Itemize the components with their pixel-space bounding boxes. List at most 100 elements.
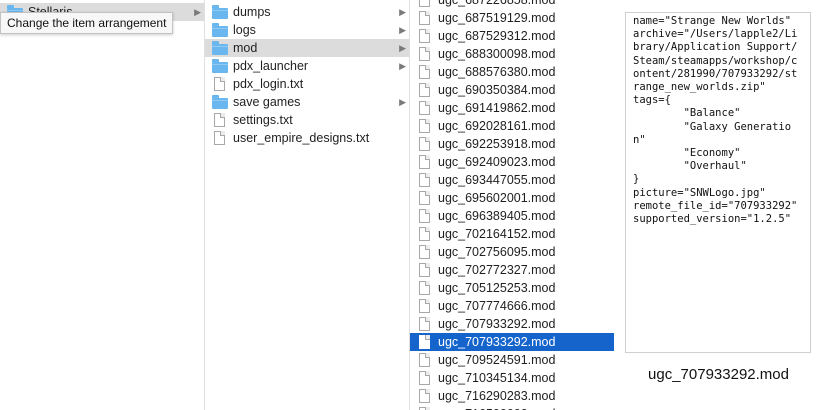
file-item[interactable]: ugc_705125253.mod: [410, 279, 614, 297]
disclosure-arrow-icon: ▶: [399, 61, 406, 71]
folder-icon: [212, 95, 228, 109]
item-label: ugc_688576380.mod: [438, 65, 556, 79]
file-item[interactable]: ugc_716500000.mod: [410, 405, 614, 410]
column-stellaris[interactable]: dumps ▶ logs ▶ mod ▶ pdx_launcher ▶ pdx_login.tx…: [205, 0, 410, 410]
item-label: ugc_693447055.mod: [438, 173, 556, 187]
folder-item[interactable]: logs ▶: [205, 21, 409, 39]
preview-file-content: name="Strange New Worlds" archive="/User…: [633, 15, 798, 226]
file-item[interactable]: ugc_691419862.mod: [410, 99, 614, 117]
item-label: settings.txt: [233, 113, 293, 127]
file-item[interactable]: ugc_692028161.mod: [410, 117, 614, 135]
item-label: ugc_702756095.mod: [438, 245, 556, 259]
preview-text-box[interactable]: name="Strange New Worlds" archive="/User…: [625, 12, 811, 353]
file-item[interactable]: ugc_687529312.mod: [410, 27, 614, 45]
item-label: ugc_696389405.mod: [438, 209, 556, 223]
item-label: ugc_707933292.mod: [438, 317, 556, 331]
file-item[interactable]: pdx_login.txt: [205, 75, 409, 93]
file-item[interactable]: ugc_707774666.mod: [410, 297, 614, 315]
file-item[interactable]: ugc_702164152.mod: [410, 225, 614, 243]
preview-pane: name="Strange New Worlds" archive="/User…: [615, 0, 822, 410]
item-label: ugc_716500000.mod: [438, 405, 555, 410]
file-item[interactable]: ugc_688576380.mod: [410, 63, 614, 81]
disclosure-arrow-icon: ▶: [399, 25, 406, 35]
document-icon: [417, 299, 433, 313]
folder-item[interactable]: mod ▶: [205, 39, 409, 57]
item-label: ugc_688300098.mod: [438, 47, 556, 61]
item-label: ugc_707933292.mod: [438, 335, 556, 349]
document-icon: [417, 227, 433, 241]
folder-icon: [212, 59, 228, 73]
item-label: ugc_707774666.mod: [438, 299, 556, 313]
file-item[interactable]: ugc_716290283.mod: [410, 387, 614, 405]
file-item[interactable]: ugc_687519129.mod: [410, 9, 614, 27]
tooltip: Change the item arrangement: [0, 12, 174, 34]
document-icon: [417, 353, 433, 367]
item-label: ugc_687529312.mod: [438, 29, 556, 43]
file-item[interactable]: ugc_707933292.mod: [410, 315, 614, 333]
disclosure-arrow-icon: ▶: [399, 43, 406, 53]
disclosure-arrow-icon: ▶: [399, 97, 406, 107]
item-label: ugc_692409023.mod: [438, 155, 556, 169]
document-icon: [417, 281, 433, 295]
file-item[interactable]: ugc_707933292.mod: [410, 333, 614, 351]
document-icon: [417, 101, 433, 115]
item-label: user_empire_designs.txt: [233, 131, 370, 145]
file-item[interactable]: ugc_693447055.mod: [410, 171, 614, 189]
document-icon: [417, 245, 433, 259]
document-icon: [417, 371, 433, 385]
item-label: ugc_702164152.mod: [438, 227, 556, 241]
item-label: pdx_login.txt: [233, 77, 304, 91]
folder-item[interactable]: dumps ▶: [205, 3, 409, 21]
file-item[interactable]: ugc_688300098.mod: [410, 45, 614, 63]
item-label: ugc_716290283.mod: [438, 389, 556, 403]
file-item[interactable]: ugc_702772327.mod: [410, 261, 614, 279]
item-label: ugc_692028161.mod: [438, 119, 556, 133]
document-icon: [417, 47, 433, 61]
item-label: ugc_702772327.mod: [438, 263, 556, 277]
item-label: ugc_687226858.mod: [438, 0, 556, 7]
column-library[interactable]: Stellaris▶: [0, 0, 205, 410]
document-icon: [417, 263, 433, 277]
folder-item[interactable]: save games ▶: [205, 93, 409, 111]
file-item[interactable]: ugc_692409023.mod: [410, 153, 614, 171]
file-item[interactable]: ugc_710345134.mod: [410, 369, 614, 387]
item-label: ugc_695602001.mod: [438, 191, 556, 205]
folder-item[interactable]: pdx_launcher ▶: [205, 57, 409, 75]
file-item[interactable]: ugc_687226858.mod: [410, 0, 614, 9]
document-icon: [417, 137, 433, 151]
document-icon: [417, 29, 433, 43]
file-item[interactable]: ugc_695602001.mod: [410, 189, 614, 207]
file-item[interactable]: user_empire_designs.txt: [205, 129, 409, 147]
file-item[interactable]: ugc_702756095.mod: [410, 243, 614, 261]
file-item[interactable]: settings.txt: [205, 111, 409, 129]
document-icon: [212, 77, 228, 91]
document-icon: [417, 335, 433, 349]
folder-icon: [212, 23, 228, 37]
document-icon: [417, 317, 433, 331]
item-label: ugc_709524591.mod: [438, 353, 556, 367]
file-item[interactable]: ugc_696389405.mod: [410, 207, 614, 225]
file-item[interactable]: ugc_690350384.mod: [410, 81, 614, 99]
document-icon: [417, 83, 433, 97]
document-icon: [212, 131, 228, 145]
document-icon: [417, 0, 433, 7]
document-icon: [212, 113, 228, 127]
file-item[interactable]: ugc_709524591.mod: [410, 351, 614, 369]
item-label: ugc_690350384.mod: [438, 83, 556, 97]
document-icon: [417, 119, 433, 133]
disclosure-arrow-icon: ▶: [194, 7, 201, 17]
item-label: pdx_launcher: [233, 59, 309, 73]
column-mod[interactable]: ugc_687226858.mod ugc_687519129.mod ugc_68…: [410, 0, 614, 410]
document-icon: [417, 155, 433, 169]
preview-filename: ugc_707933292.mod: [648, 366, 789, 383]
document-icon: [417, 173, 433, 187]
item-label: mod: [233, 41, 258, 55]
item-label: dumps: [233, 5, 271, 19]
item-label: ugc_705125253.mod: [438, 281, 556, 295]
item-label: ugc_692253918.mod: [438, 137, 556, 151]
file-item[interactable]: ugc_692253918.mod: [410, 135, 614, 153]
document-icon: [417, 209, 433, 223]
item-label: ugc_691419862.mod: [438, 101, 556, 115]
document-icon: [417, 191, 433, 205]
folder-icon: [212, 5, 228, 19]
